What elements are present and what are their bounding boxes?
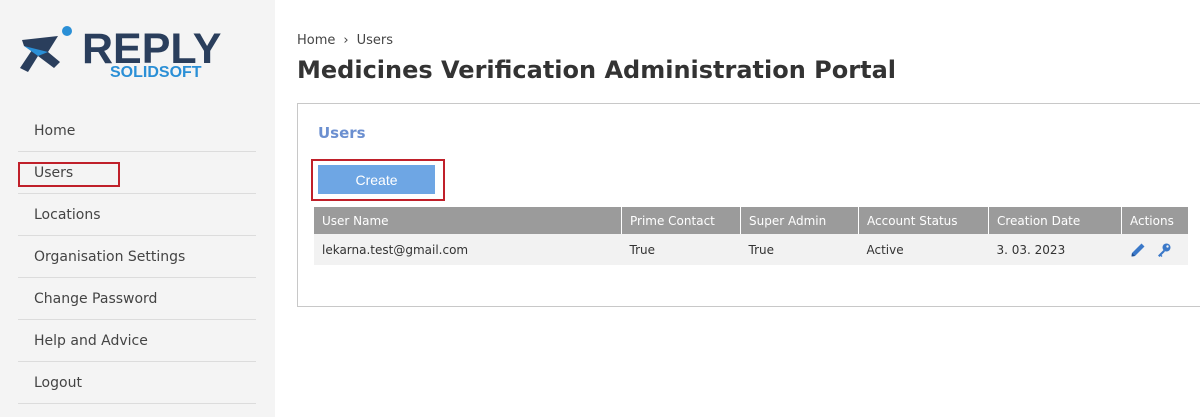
sidebar-item-organisation-settings[interactable]: Organisation Settings [18,236,256,278]
table-row: lekarna.test@gmail.com True True Active … [314,234,1188,265]
sidebar-item-home[interactable]: Home [18,110,256,152]
sidebar-item-users[interactable]: Users [18,152,256,194]
cell-account-status: Active [858,234,989,265]
column-header-prime-contact[interactable]: Prime Contact [621,207,741,234]
column-header-account-status[interactable]: Account Status [858,207,989,234]
sidebar-item-change-password[interactable]: Change Password [18,278,256,320]
cell-user-name: lekarna.test@gmail.com [314,234,622,265]
cell-super-admin: True [740,234,859,265]
sidebar-nav: Home Users Locations Organisation Settin… [18,110,256,404]
breadcrumb-home[interactable]: Home [297,33,335,48]
column-header-user-name[interactable]: User Name [314,207,622,234]
key-icon[interactable] [1156,242,1172,258]
cell-actions [1121,234,1188,265]
panel-title: Users [318,124,366,142]
sidebar-item-logout[interactable]: Logout [18,362,256,404]
logo-subtitle: SOLIDSOFT [110,64,202,81]
sidebar-item-help-and-advice[interactable]: Help and Advice [18,320,256,362]
reply-solidsoft-logo[interactable]: REPLY SOLIDSOFT [14,22,221,82]
users-panel: Users Create User Name Prime Contact Sup… [297,103,1200,307]
cell-prime-contact: True [621,234,741,265]
create-button[interactable]: Create [318,165,435,194]
sidebar-item-locations[interactable]: Locations [18,194,256,236]
column-header-actions: Actions [1121,207,1188,234]
sidebar: REPLY SOLIDSOFT Home Users Locations Org… [0,0,275,417]
pencil-icon[interactable] [1130,242,1146,258]
page-title: Medicines Verification Administration Po… [297,56,896,84]
cell-creation-date: 3. 03. 2023 [988,234,1122,265]
users-table: User Name Prime Contact Super Admin Acco… [314,207,1188,265]
table-header-row: User Name Prime Contact Super Admin Acco… [314,207,1188,234]
breadcrumb: Home › Users [297,33,393,48]
runner-logo-icon [20,26,72,72]
breadcrumb-current: Users [356,33,393,48]
column-header-creation-date[interactable]: Creation Date [988,207,1122,234]
breadcrumb-separator: › [343,33,349,48]
column-header-super-admin[interactable]: Super Admin [740,207,859,234]
create-button-highlight: Create [311,159,445,201]
